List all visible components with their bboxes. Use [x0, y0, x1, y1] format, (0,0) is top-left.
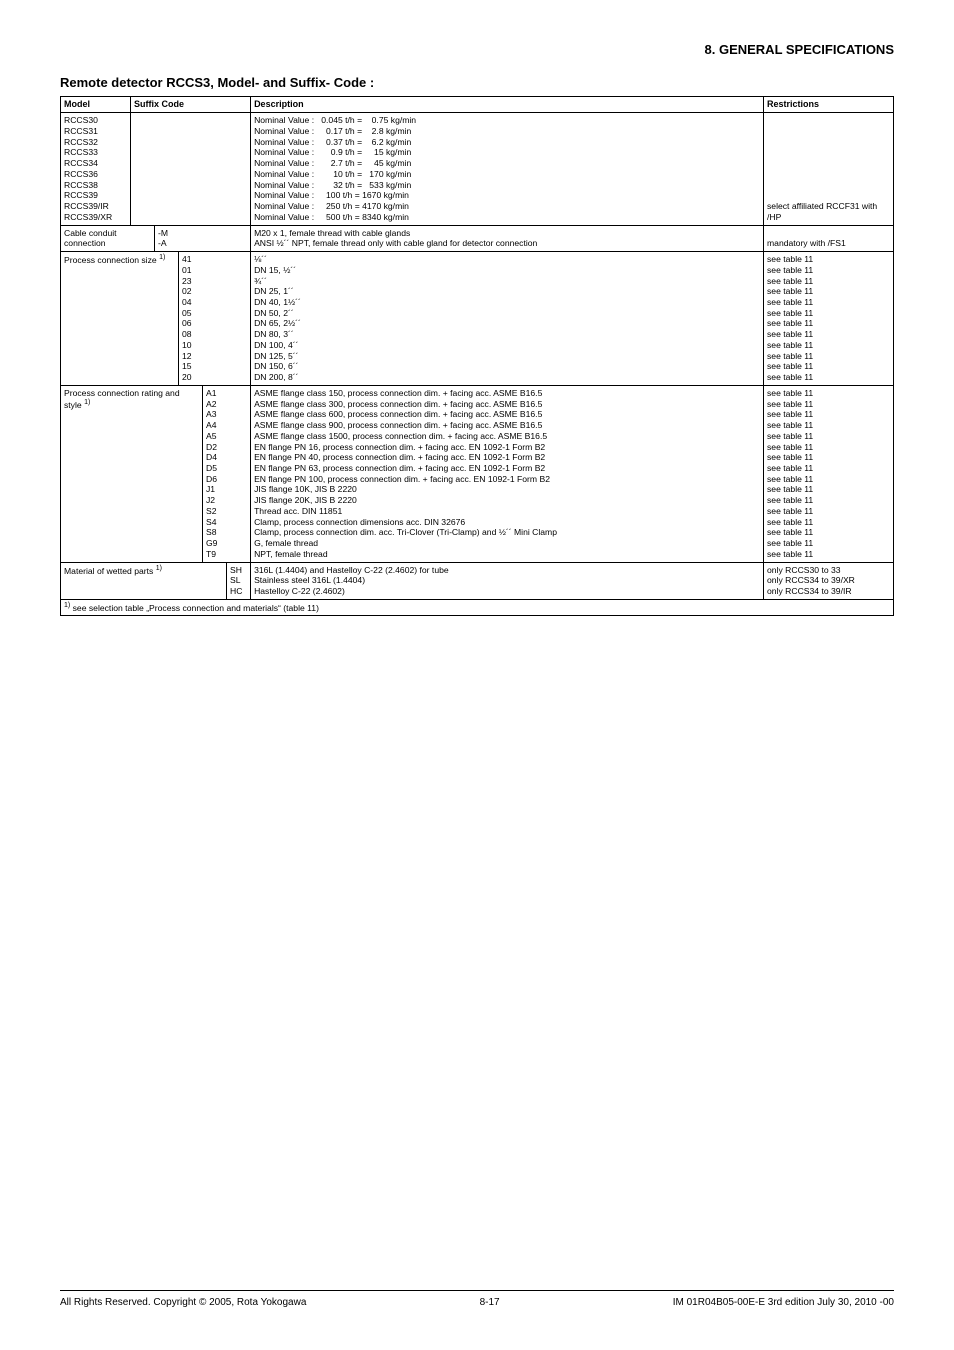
cell-cable-desc: M20 x 1, female thread with cable glands… — [251, 225, 764, 251]
cell-models-restr: select affiliated RCCF31 with /HP — [764, 113, 894, 225]
footer-center: 8-17 — [480, 1297, 500, 1308]
row-procsize: Process connection size 1) 41 01 23 02 0… — [61, 252, 894, 386]
cell-cable-codes: -M -A — [155, 225, 251, 251]
cell-procsize-desc: ⅛´´ DN 15, ½´´ ¾´´ DN 25, 1´´ DN 40, 1½´… — [251, 252, 764, 386]
footer-right: IM 01R04B05-00E-E 3rd edition July 30, 2… — [673, 1297, 894, 1308]
procsize-label-text: Process connection size — [64, 255, 159, 265]
cell-model-list: RCCS30 RCCS31 RCCS32 RCCS33 RCCS34 RCCS3… — [61, 113, 131, 225]
material-label-text: Material of wetted parts — [64, 565, 156, 575]
page-footer: All Rights Reserved. Copyright © 2005, R… — [60, 1290, 894, 1308]
th-model: Model — [61, 97, 131, 113]
cell-material-restr: only RCCS30 to 33 only RCCS34 to 39/XR o… — [764, 562, 894, 599]
table-header-row: Model Suffix Code Description Restrictio… — [61, 97, 894, 113]
cell-procsize-codes: 41 01 23 02 04 05 06 08 10 12 15 20 — [179, 252, 251, 386]
cell-cable-label: Cable conduit connection — [61, 225, 155, 251]
procstyle-label-text: Process connection rating and style — [64, 388, 180, 410]
cell-material-desc: 316L (1.4404) and Hastelloy C-22 (2.4602… — [251, 562, 764, 599]
cell-procstyle-label: Process connection rating and style 1) — [61, 385, 203, 562]
th-suffix: Suffix Code — [131, 97, 251, 113]
cell-material-label: Material of wetted parts 1) — [61, 562, 227, 599]
th-desc: Description — [251, 97, 764, 113]
procstyle-sup: 1) — [84, 399, 90, 406]
row-footnote: 1) see selection table „Process connecti… — [61, 599, 894, 616]
cell-procsize-label: Process connection size 1) — [61, 252, 179, 386]
cell-footnote: 1) see selection table „Process connecti… — [61, 599, 894, 616]
row-material: Material of wetted parts 1) SH SL HC 316… — [61, 562, 894, 599]
page-title: Remote detector RCCS3, Model- and Suffix… — [60, 75, 894, 90]
procsize-sup: 1) — [159, 254, 165, 261]
cell-procsize-restr: see table 11 see table 11 see table 11 s… — [764, 252, 894, 386]
row-models: RCCS30 RCCS31 RCCS32 RCCS33 RCCS34 RCCS3… — [61, 113, 894, 225]
section-header: 8. GENERAL SPECIFICATIONS — [60, 42, 894, 57]
spec-table: Model Suffix Code Description Restrictio… — [60, 96, 894, 616]
footer-left: All Rights Reserved. Copyright © 2005, R… — [60, 1297, 306, 1308]
th-restr: Restrictions — [764, 97, 894, 113]
cell-procstyle-codes: A1 A2 A3 A4 A5 D2 D4 D5 D6 J1 J2 S2 S4 S… — [203, 385, 251, 562]
cell-material-codes: SH SL HC — [227, 562, 251, 599]
cell-models-desc: Nominal Value : 0.045 t/h = 0.75 kg/min … — [251, 113, 764, 225]
footnote-text: see selection table „Process connection … — [70, 603, 319, 613]
row-procstyle: Process connection rating and style 1) A… — [61, 385, 894, 562]
cell-procstyle-restr: see table 11 see table 11 see table 11 s… — [764, 385, 894, 562]
cell-procstyle-desc: ASME flange class 150, process connectio… — [251, 385, 764, 562]
row-cable: Cable conduit connection -M -A M20 x 1, … — [61, 225, 894, 251]
cell-cable-restr: mandatory with /FS1 — [764, 225, 894, 251]
material-sup: 1) — [156, 565, 162, 572]
cell-empty-suffix — [131, 113, 251, 225]
